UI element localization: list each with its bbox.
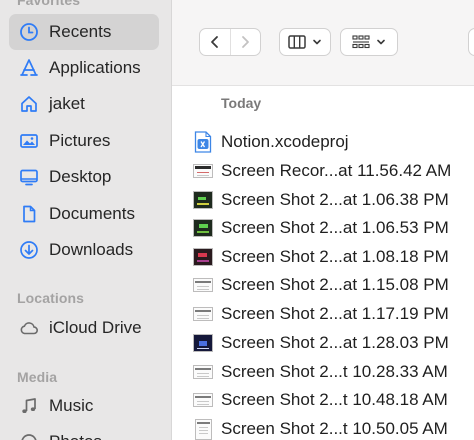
file-name: Screen Shot 2...at 1.28.03 PM [221,333,449,352]
sidebar-item-label: Applications [49,58,141,77]
toolbar [172,0,474,86]
file-name: Screen Shot 2...at 1.15.08 PM [221,275,449,294]
file-name: Screen Shot 2...t 10.50.05 AM [221,419,448,438]
document-icon [18,203,40,225]
applications-icon [18,57,40,79]
sidebar-item-jaket[interactable]: jaket [9,86,159,122]
screenshot-thumbnail-doc [192,303,214,325]
sidebar-item-recents[interactable]: Recents [9,14,159,50]
home-icon [18,93,40,115]
columns-view-icon [288,35,306,49]
screenshot-thumbnail-green [192,217,214,239]
file-name: Screen Shot 2...at 1.06.38 PM [221,190,449,209]
cloud-icon [18,317,40,339]
file-name: Screen Recor...at 11.56.42 AM [221,161,452,180]
photos-icon [18,431,40,440]
back-button[interactable] [200,29,230,55]
file-row[interactable]: Screen Shot 2...at 1.08.18 PM [192,243,474,271]
file-row[interactable]: Screen Shot 2...at 1.06.53 PM [192,214,474,242]
file-row[interactable]: Screen Shot 2...t 10.50.05 AM [192,415,474,440]
xcodeproj-icon [192,131,214,153]
file-row[interactable]: Screen Shot 2...t 10.48.18 AM [192,386,474,414]
group-button[interactable] [340,28,398,56]
file-name: Screen Shot 2...t 10.48.18 AM [221,390,448,409]
sidebar-item-label: Downloads [49,240,134,259]
sidebar-item-label: Music [49,396,94,415]
file-row[interactable]: Screen Recor...at 11.56.42 AM [192,157,474,185]
sidebar-item-label: Documents [49,204,135,223]
file-row[interactable]: Screen Shot 2...t 10.28.33 AM [192,358,474,386]
grid-group-icon [352,35,370,49]
screen-recording-thumbnail [192,160,214,182]
sidebar-item-label: Recents [49,22,112,41]
screenshot-thumbnail-doc [192,361,214,383]
screenshot-thumbnail-doc [192,274,214,296]
sidebar-item-pictures[interactable]: Pictures [9,123,159,159]
sidebar-item-label: Pictures [49,131,111,150]
group-header-today: Today [221,95,262,111]
pictures-icon [18,130,40,152]
chevron-down-icon [377,39,385,45]
sidebar-section-locations: Locations [17,290,85,306]
sidebar-item-label: iCloud Drive [49,318,142,337]
sidebar-item-label: jaket [49,94,85,113]
clock-icon [18,21,40,43]
file-row[interactable]: Screen Shot 2...at 1.15.08 PM [192,271,474,299]
sidebar-item-label: Photos [49,432,102,440]
file-name: Notion.xcodeproj [221,132,349,151]
sidebar: Favorites Recents Applications jaket Pic… [0,0,172,440]
file-name: Screen Shot 2...at 1.17.19 PM [221,304,449,323]
file-row[interactable]: Screen Shot 2...at 1.06.38 PM [192,186,474,214]
screenshot-thumbnail-page [192,418,214,440]
file-row[interactable]: Screen Shot 2...at 1.28.03 PM [192,329,474,357]
downloads-icon [18,239,40,261]
file-row[interactable]: Screen Shot 2...at 1.17.19 PM [192,300,474,328]
sidebar-item-downloads[interactable]: Downloads [9,232,159,268]
sidebar-item-documents[interactable]: Documents [9,196,159,232]
sidebar-item-label: Desktop [49,167,112,186]
sidebar-item-photos[interactable]: Photos [9,424,159,440]
toolbar-overflow-button[interactable] [468,28,474,56]
view-mode-button[interactable] [279,28,331,56]
sidebar-item-music[interactable]: Music [9,388,159,424]
sidebar-item-icloud-drive[interactable]: iCloud Drive [9,310,159,346]
file-name: Screen Shot 2...t 10.28.33 AM [221,362,448,381]
file-name: Screen Shot 2...at 1.08.18 PM [221,247,449,266]
sidebar-item-applications[interactable]: Applications [9,50,159,86]
sidebar-section-favorites: Favorites [17,0,81,8]
desktop-icon [18,166,40,188]
forward-button[interactable] [229,29,261,55]
file-name: Screen Shot 2...at 1.06.53 PM [221,218,449,237]
screenshot-thumbnail-green [192,189,214,211]
screenshot-thumbnail-red [192,246,214,268]
navigation-buttons [199,28,261,56]
chevron-left-icon [210,36,218,48]
file-row[interactable]: Notion.xcodeproj [192,128,474,156]
sidebar-item-desktop[interactable]: Desktop [9,159,159,195]
screenshot-thumbnail-blue [192,332,214,354]
sidebar-section-media: Media [17,369,58,385]
chevron-down-icon [313,39,321,45]
chevron-right-icon [242,36,250,48]
music-icon [18,395,40,417]
main-content: Today Notion.xcodeproj Screen Recor...at… [172,0,474,440]
screenshot-thumbnail-doc [192,389,214,411]
